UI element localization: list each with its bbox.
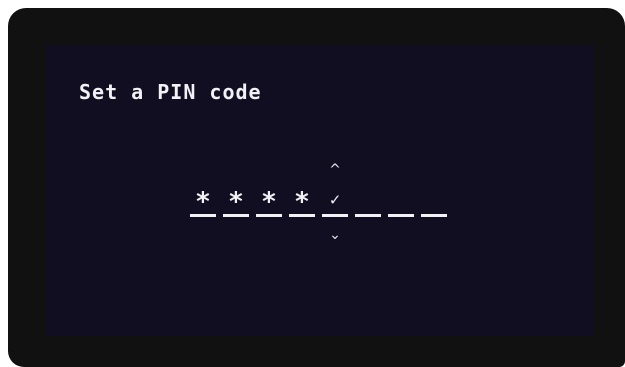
pin-digit-7[interactable] [388, 187, 414, 217]
confirm-check-icon[interactable]: ✓ [330, 190, 340, 210]
pin-digit-8[interactable] [421, 187, 447, 217]
pin-digit-3[interactable]: * [256, 187, 282, 217]
decrement-arrow-icon[interactable]: ⌄ [322, 228, 348, 242]
pin-digit-4[interactable]: * [289, 187, 315, 217]
increment-arrow-icon[interactable]: ^ [322, 163, 348, 177]
pin-digit-1[interactable]: * [190, 187, 216, 217]
device-bezel: Set a PIN code * * * * ^ ✓ ⌄ [8, 8, 625, 367]
pin-entry-field[interactable]: * * * * ^ ✓ ⌄ [190, 163, 447, 242]
page-title: Set a PIN code [79, 80, 262, 104]
pin-screen: Set a PIN code * * * * ^ ✓ ⌄ [46, 45, 594, 336]
pin-digit-6[interactable] [355, 187, 381, 217]
pin-digit-5-active[interactable]: ^ ✓ ⌄ [322, 163, 348, 242]
pin-digit-2[interactable]: * [223, 187, 249, 217]
